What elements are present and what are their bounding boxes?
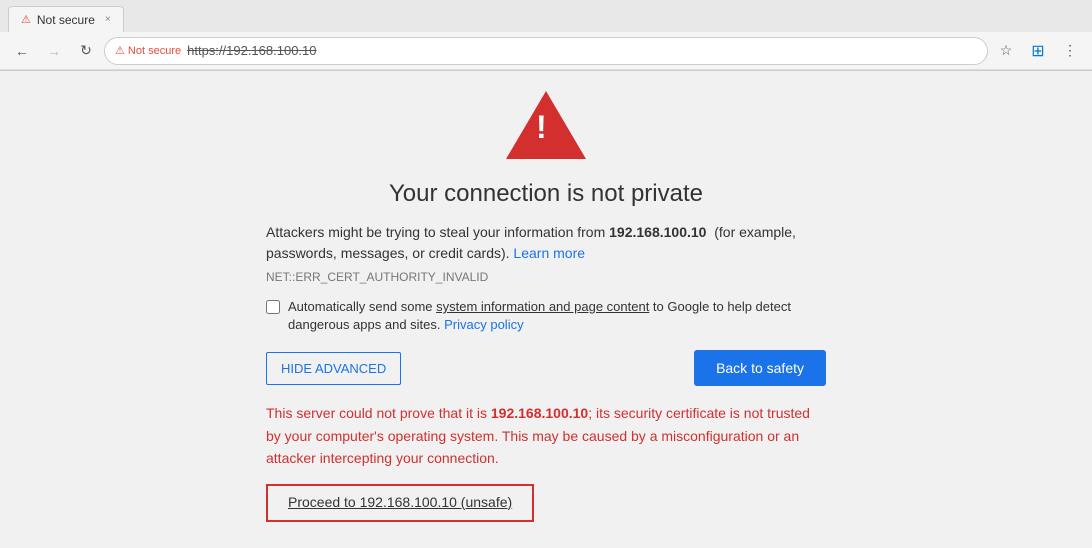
page-content: Your connection is not private Attackers… [0, 71, 1092, 548]
checkbox-label: Automatically send some system informati… [288, 298, 826, 334]
browser-tab[interactable]: ⚠ Not secure × [8, 6, 124, 32]
tab-close-button[interactable]: × [105, 14, 111, 25]
button-row: HIDE ADVANCED Back to safety [266, 350, 826, 386]
address-bar[interactable]: ⚠ Not secure https://192.168.100.10 [104, 37, 988, 65]
error-code: NET::ERR_CERT_AUTHORITY_INVALID [266, 270, 826, 284]
checkbox-text-before: Automatically send some [288, 299, 436, 314]
page-title: Your connection is not private [389, 180, 703, 208]
warning-icon-wrap [506, 91, 586, 164]
description-part1: Attackers might be trying to steal your … [266, 224, 609, 240]
description-host: 192.168.100.10 [609, 224, 706, 240]
menu-button[interactable]: ⋮ [1056, 37, 1084, 65]
nav-bar: ← → ↻ ⚠ Not secure https://192.168.100.1… [0, 32, 1092, 70]
back-to-safety-button[interactable]: Back to safety [694, 350, 826, 386]
description-text: Attackers might be trying to steal your … [266, 222, 826, 264]
proceed-link[interactable]: Proceed to 192.168.100.10 (unsafe) [288, 494, 512, 510]
proceed-link-wrap: Proceed to 192.168.100.10 (unsafe) [266, 484, 534, 522]
url-display: https://192.168.100.10 [187, 43, 316, 58]
checkbox-row: Automatically send some system informati… [266, 298, 826, 334]
hide-advanced-button[interactable]: HIDE ADVANCED [266, 352, 401, 385]
privacy-policy-link[interactable]: Privacy policy [444, 317, 523, 332]
learn-more-link[interactable]: Learn more [513, 245, 585, 261]
tab-title: Not secure [37, 13, 95, 27]
bookmark-button[interactable]: ☆ [992, 37, 1020, 65]
forward-button[interactable]: → [40, 37, 68, 65]
back-button[interactable]: ← [8, 37, 36, 65]
advanced-host: 192.168.100.10 [491, 405, 588, 421]
send-info-checkbox[interactable] [266, 300, 280, 314]
content-box: Attackers might be trying to steal your … [266, 222, 826, 522]
tab-bar: ⚠ Not secure × [0, 0, 1092, 32]
windows-button[interactable]: ⊞ [1024, 37, 1052, 65]
system-info-link[interactable]: system information and page content [436, 299, 649, 314]
security-warning-label: ⚠ Not secure [115, 44, 181, 57]
browser-chrome: ⚠ Not secure × ← → ↻ ⚠ Not secure https:… [0, 0, 1092, 71]
nav-right-buttons: ☆ ⊞ ⋮ [992, 37, 1084, 65]
tab-favicon-icon: ⚠ [21, 13, 31, 26]
advanced-text-part1: This server could not prove that it is [266, 405, 491, 421]
refresh-button[interactable]: ↻ [72, 37, 100, 65]
advanced-text: This server could not prove that it is 1… [266, 402, 826, 469]
warning-triangle-icon [506, 91, 586, 159]
